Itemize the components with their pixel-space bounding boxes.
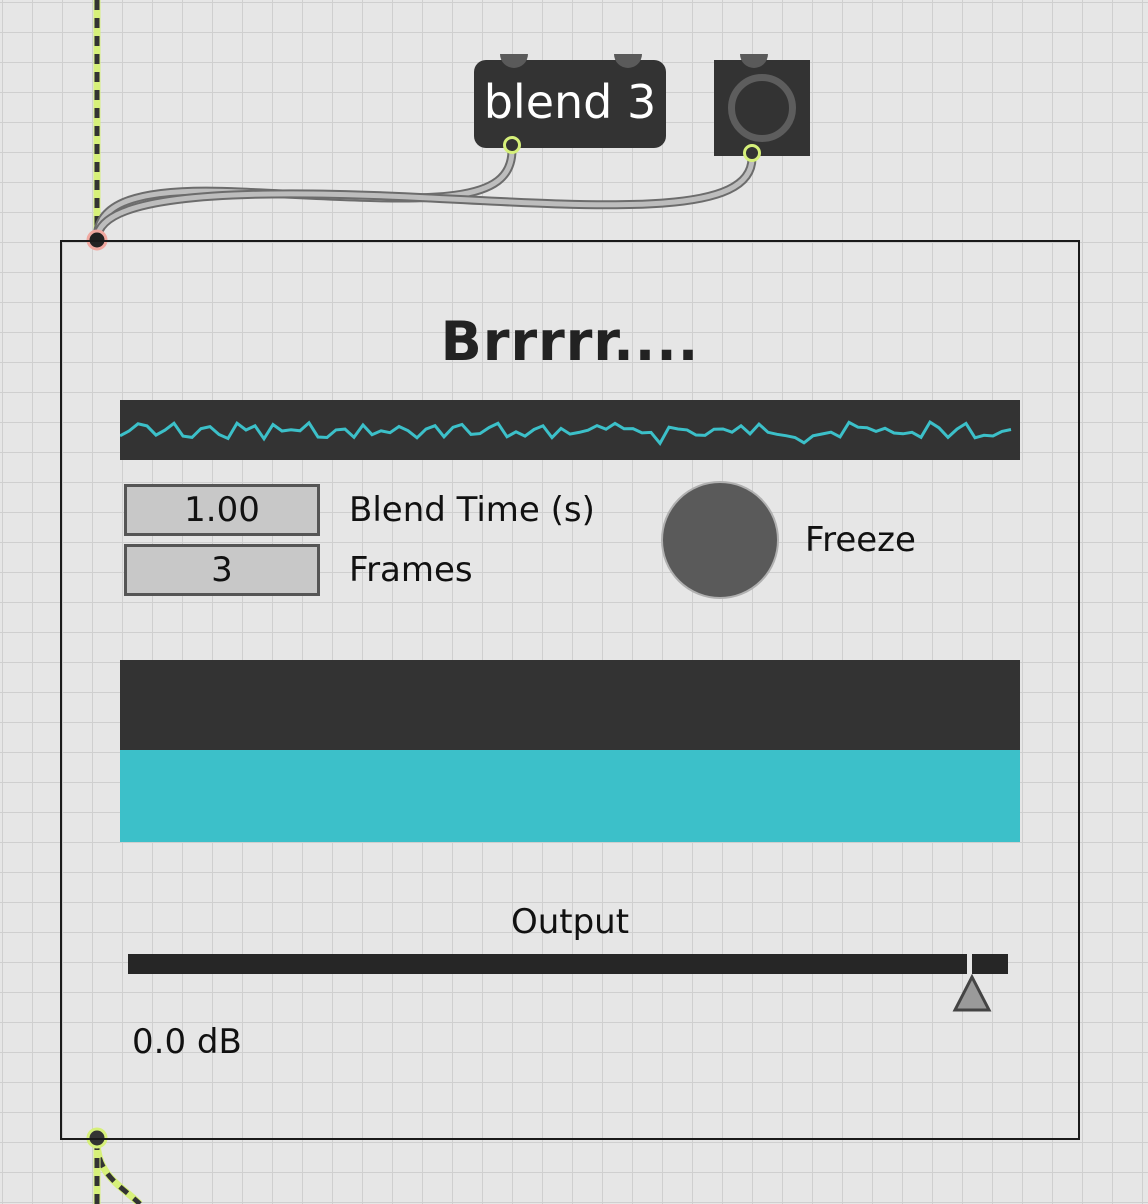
output-label: Output	[510, 902, 630, 942]
bang-inlet[interactable]	[740, 54, 768, 68]
freeze-toggle[interactable]	[661, 481, 779, 599]
blend-time-number-box[interactable]: 1.00	[124, 484, 320, 536]
slider-handle-triangle-icon[interactable]	[952, 974, 992, 1014]
waveform-trace	[119, 420, 1012, 446]
frames-number-box[interactable]: 3	[124, 544, 320, 596]
output-db-readout: 0.0 dB	[132, 1022, 242, 1062]
frames-label: Frames	[349, 550, 473, 590]
message-label: blend 3	[483, 75, 657, 129]
message-inlet-right[interactable]	[614, 54, 642, 68]
bang-ring-icon	[728, 74, 796, 142]
message-inlet-left[interactable]	[500, 54, 528, 68]
blend-message-box[interactable]: blend 3	[474, 54, 666, 154]
level-meter-fill	[120, 750, 1020, 842]
bang-outlet[interactable]	[743, 144, 761, 162]
level-meter	[120, 660, 1020, 750]
bang-button[interactable]	[714, 54, 810, 162]
device-title: Brrrrr....	[440, 310, 700, 373]
output-gain-slider[interactable]	[128, 954, 1008, 974]
message-outlet[interactable]	[503, 136, 521, 154]
blend-time-label: Blend Time (s)	[349, 490, 595, 530]
freeze-label: Freeze	[805, 520, 916, 560]
scope-display	[119, 400, 1020, 460]
